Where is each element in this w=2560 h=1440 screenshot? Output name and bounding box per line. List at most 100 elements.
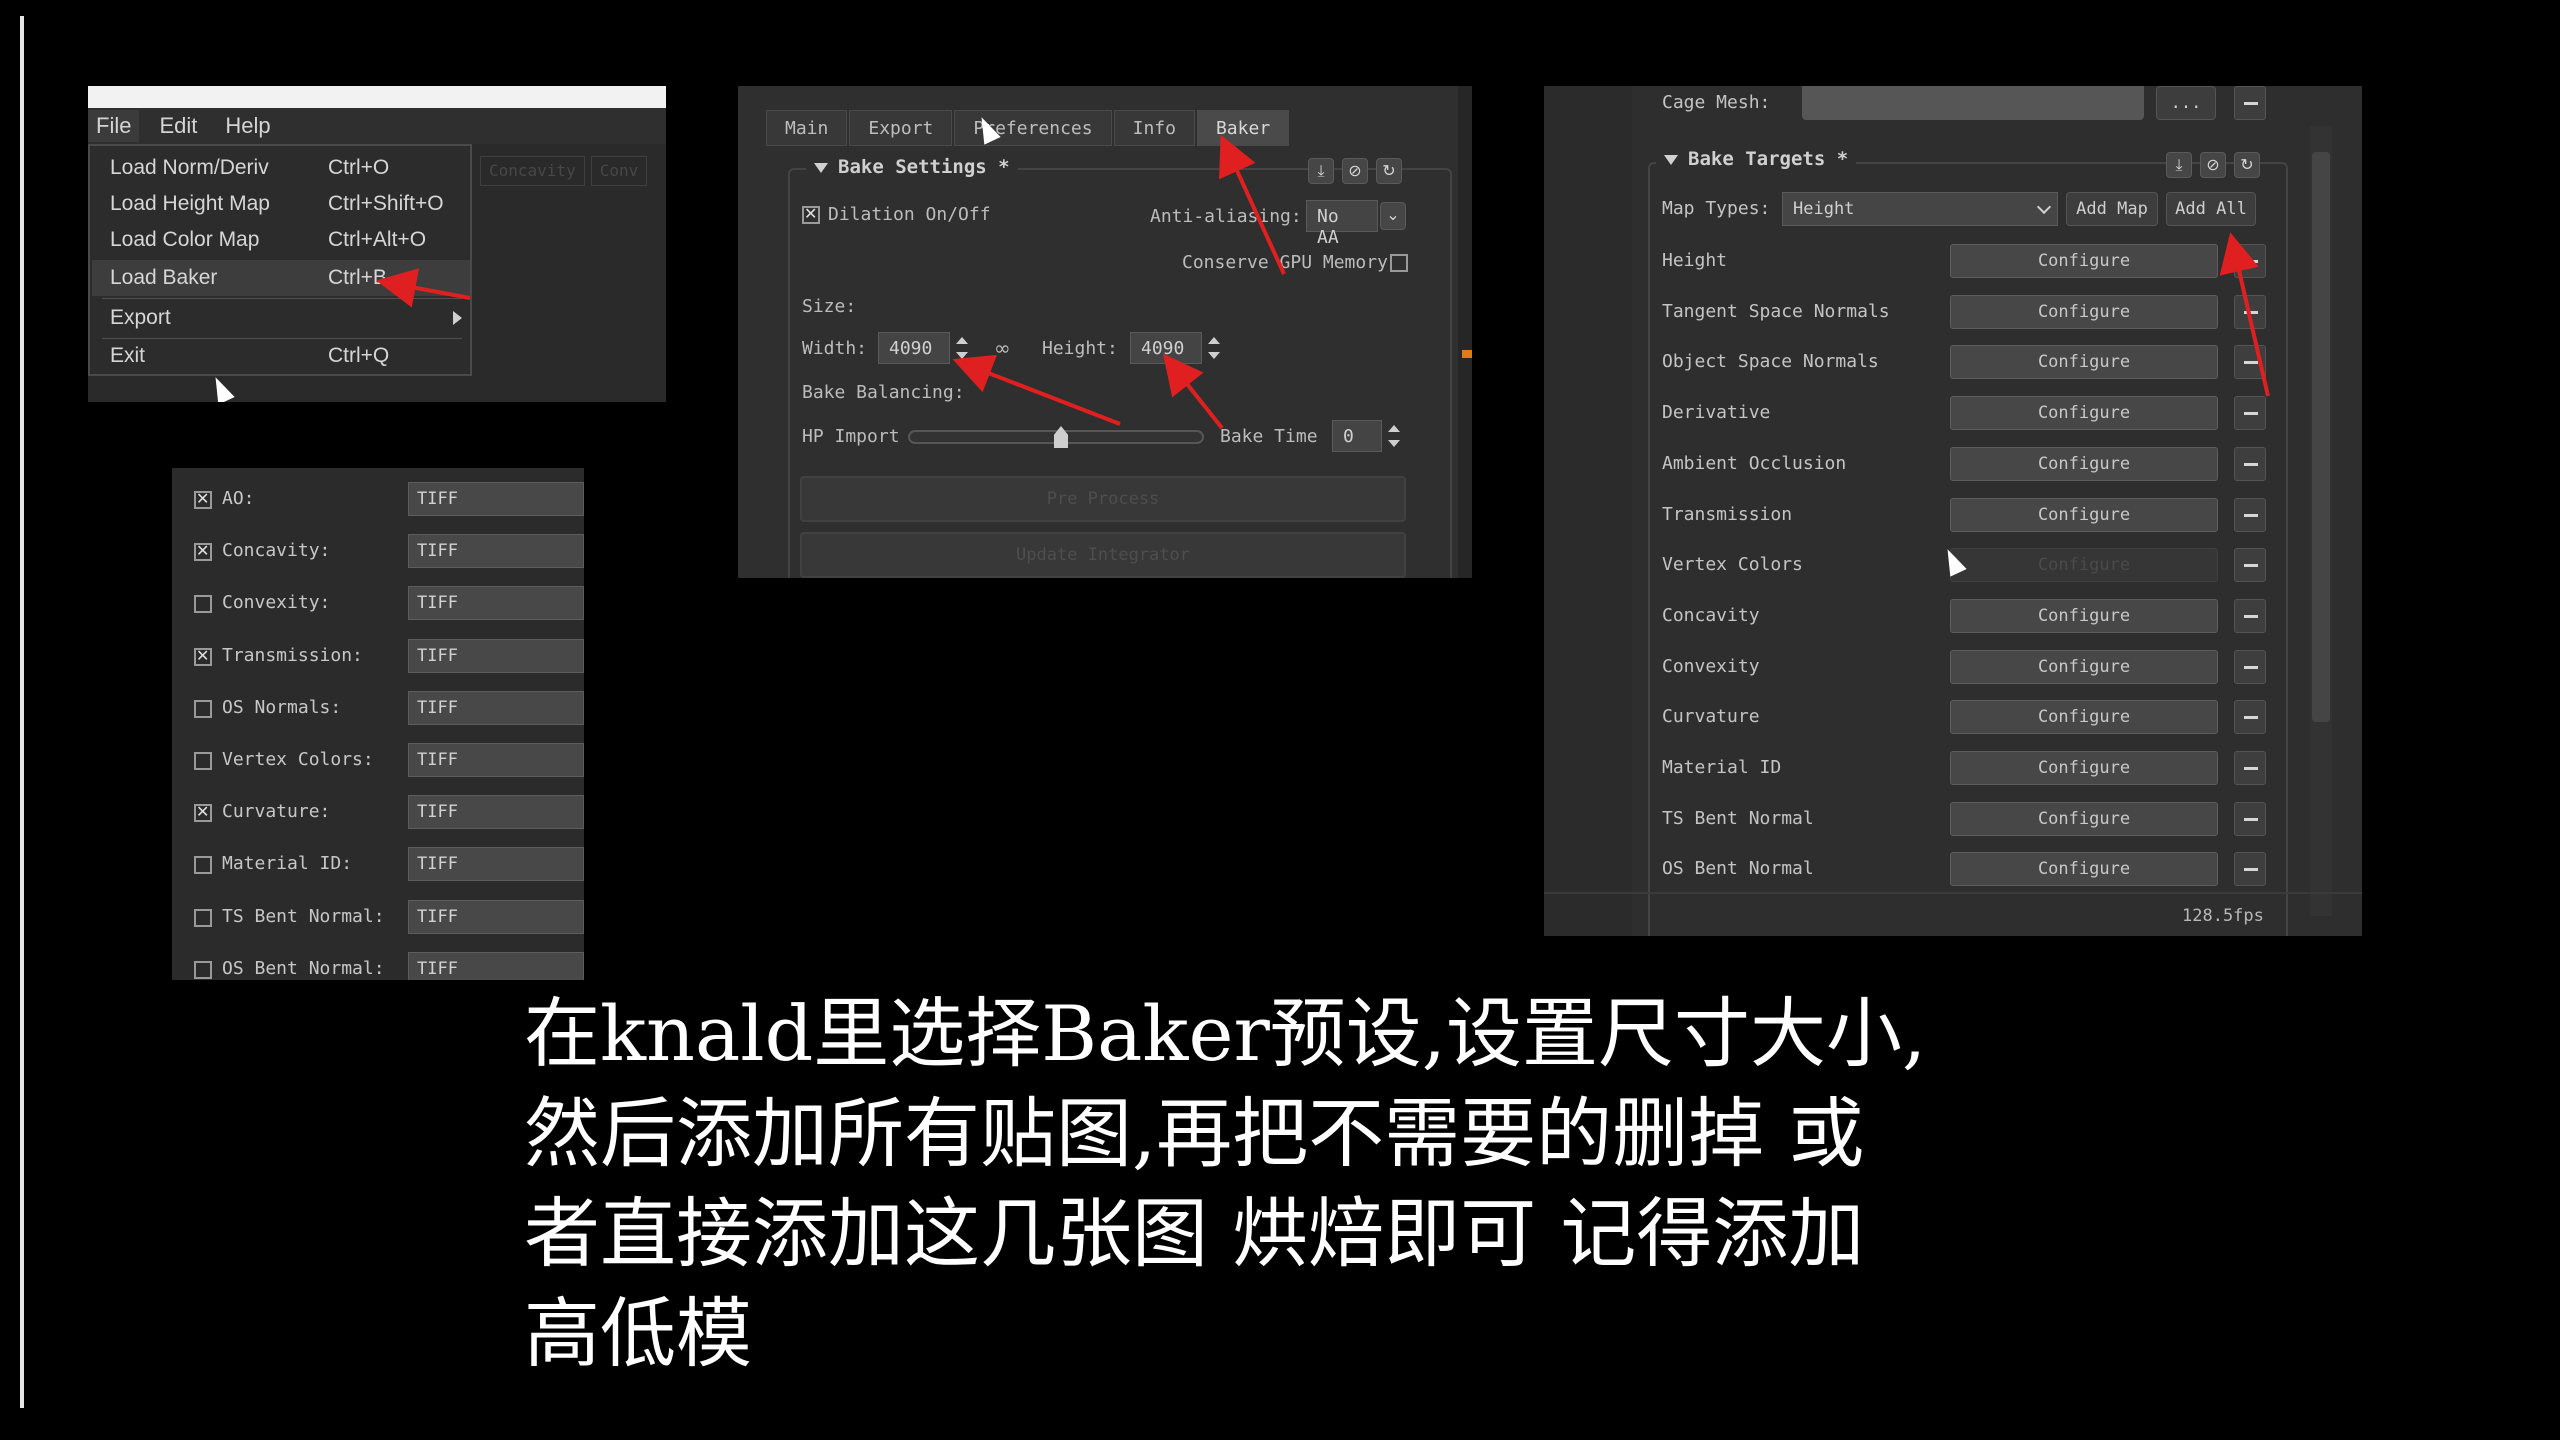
bake-settings-header[interactable]: Bake Settings * [806,156,1018,182]
background-tab-conv: Conv [590,156,648,186]
download-icon[interactable]: ⤓ [2166,152,2192,178]
tab-info[interactable]: Info [1113,110,1195,146]
configure-button[interactable]: Configure [1950,801,2218,836]
menu-item-load-color-map[interactable]: Load Color Map Ctrl+Alt+O [110,222,470,258]
configure-button[interactable]: Configure [1950,294,2218,329]
configure-button[interactable]: Configure [1950,700,2218,735]
menu-edit[interactable]: Edit [159,113,197,139]
menu-item-load-baker[interactable]: Load Baker Ctrl+B [92,260,470,296]
add-all-button[interactable]: Add All [2166,192,2256,226]
format-select[interactable]: TIFF [408,638,584,673]
menu-item-load-norm-deriv[interactable]: Load Norm/Deriv Ctrl+O [110,150,470,186]
format-select[interactable]: TIFF [408,690,584,725]
remove-target-button[interactable] [2234,497,2266,532]
add-map-button[interactable]: Add Map [2066,192,2158,226]
cage-remove-button[interactable] [2234,86,2266,120]
map-checkbox[interactable] [194,595,212,614]
menu-item-label: Load Height Map [110,192,270,215]
caption-line: 然后添加所有贴图,再把不需要的删掉 或 [524,1089,1865,1178]
menu-help[interactable]: Help [225,113,270,139]
menu-item-label: Export [110,306,171,329]
dilation-label: Dilation On/Off [828,204,991,225]
format-select[interactable]: TIFF [408,951,584,980]
tab-main[interactable]: Main [766,110,848,146]
map-checkbox[interactable] [194,960,212,979]
refresh-icon[interactable]: ↻ [1376,158,1402,184]
bake-time-stepper[interactable] [1384,420,1404,452]
format-select[interactable]: TIFF [408,534,584,569]
refresh-icon[interactable]: ↻ [2234,152,2260,178]
configure-button[interactable]: Configure [1950,497,2218,532]
reset-icon[interactable]: ⊘ [2200,152,2226,178]
map-types-select[interactable]: Height [1782,192,2058,226]
tab-export[interactable]: Export [849,110,953,146]
format-select[interactable]: TIFF [408,795,584,830]
remove-target-button[interactable] [2234,649,2266,684]
menu-item-export[interactable]: Export [110,300,470,336]
dilation-checkbox[interactable] [802,204,820,224]
map-checkbox[interactable] [194,541,212,562]
configure-button[interactable]: Configure [1950,446,2218,481]
width-input[interactable]: 4090 [878,332,950,364]
remove-target-button[interactable] [2234,751,2266,785]
download-icon[interactable]: ⤓ [1308,158,1334,184]
map-name-label: OS Bent Normal: [222,957,385,979]
configure-button[interactable]: Configure [1950,345,2218,380]
configure-button[interactable]: Configure [1950,548,2218,583]
anti-aliasing-select[interactable]: No AA [1306,200,1378,248]
bake-targets-header[interactable]: Bake Targets * [1656,148,1857,170]
remove-target-button[interactable] [2234,852,2266,887]
configure-button[interactable]: Configure [1950,598,2218,633]
menu-file[interactable]: File [88,110,140,142]
configure-button[interactable]: Configure [1950,852,2218,887]
background-tabs: Concavity Conv [480,156,666,186]
map-checkbox[interactable] [194,802,212,823]
map-checkbox[interactable] [194,752,212,770]
pre-process-button[interactable]: Pre Process [800,476,1406,522]
remove-target-button[interactable] [2234,700,2266,735]
cage-mesh-field[interactable] [1802,86,2144,120]
bake-time-input[interactable]: 0 [1332,420,1382,452]
map-checkbox[interactable] [194,856,212,875]
map-checkbox[interactable] [194,489,212,509]
menu-bar: File Edit Help [88,108,666,144]
bake-target-label: OS Bent Normal [1662,858,1814,880]
chevron-down-icon[interactable]: ⌄ [1380,202,1406,230]
remove-target-button[interactable] [2234,446,2266,481]
remove-target-button[interactable] [2234,345,2266,380]
format-select[interactable]: TIFF [408,482,584,516]
tab-bar: Main Export Preferences Info Baker [766,110,1291,146]
map-checkbox[interactable] [194,908,212,927]
remove-target-button[interactable] [2234,396,2266,431]
remove-target-button[interactable] [2234,294,2266,329]
format-select[interactable]: TIFF [408,847,584,882]
width-stepper[interactable] [952,332,972,364]
remove-target-button[interactable] [2234,244,2266,278]
remove-target-button[interactable] [2234,598,2266,633]
format-select[interactable]: TIFF [408,899,584,934]
map-checkbox[interactable] [194,646,212,666]
link-icon[interactable]: ∞ [994,336,1011,360]
reset-icon[interactable]: ⊘ [1342,158,1368,184]
height-stepper[interactable] [1204,332,1224,364]
dilation-row[interactable]: Dilation On/Off [802,204,991,225]
remove-target-button[interactable] [2234,548,2266,583]
tab-baker[interactable]: Baker [1196,110,1290,146]
update-integrator-button[interactable]: Update Integrator [800,532,1406,578]
menu-item-exit[interactable]: Exit Ctrl+Q [110,338,470,374]
menu-item-load-height-map[interactable]: Load Height Map Ctrl+Shift+O [110,186,470,222]
conserve-gpu-checkbox[interactable] [1390,254,1408,272]
cage-browse-button[interactable]: ... [2156,86,2216,120]
configure-button[interactable]: Configure [1950,751,2218,785]
format-select[interactable]: TIFF [408,743,584,777]
configure-button[interactable]: Configure [1950,244,2218,278]
size-label: Size: [802,296,857,317]
map-checkbox[interactable] [194,699,212,718]
format-select[interactable]: TIFF [408,586,584,621]
bake-target-label: TS Bent Normal [1662,807,1814,829]
height-input[interactable]: 4090 [1130,332,1202,364]
configure-button[interactable]: Configure [1950,396,2218,431]
scrollbar-thumb[interactable] [2312,152,2330,722]
remove-target-button[interactable] [2234,801,2266,836]
configure-button[interactable]: Configure [1950,649,2218,684]
